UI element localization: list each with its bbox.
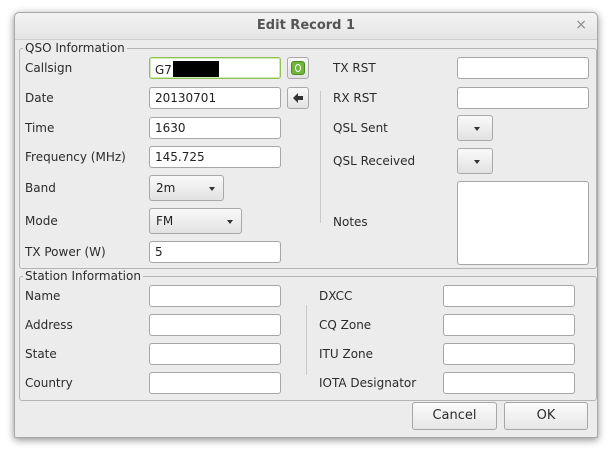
qso-column-separator — [320, 91, 321, 223]
tx-rst-label: TX RST — [333, 61, 376, 75]
state-field[interactable] — [149, 343, 281, 365]
left-arrow-icon — [293, 93, 303, 103]
close-icon[interactable]: × — [575, 17, 587, 33]
dxcc-field[interactable] — [443, 285, 575, 307]
mode-label: Mode — [25, 214, 58, 228]
notes-textarea[interactable] — [457, 181, 589, 265]
address-label: Address — [25, 318, 73, 332]
chevron-down-icon — [474, 127, 480, 131]
itu-zone-label: ITU Zone — [319, 347, 374, 361]
country-field[interactable] — [149, 372, 281, 394]
band-combo[interactable]: 2m — [149, 175, 224, 201]
time-field[interactable]: 1630 — [149, 117, 281, 139]
callsign-value: G7 — [155, 63, 172, 77]
chevron-down-icon — [209, 187, 215, 191]
country-label: Country — [25, 376, 73, 390]
qsl-sent-combo[interactable] — [457, 115, 493, 141]
station-information-legend: Station Information — [25, 269, 141, 283]
iota-designator-field[interactable] — [443, 372, 575, 394]
rx-rst-field[interactable] — [457, 87, 589, 109]
cq-zone-label: CQ Zone — [319, 318, 372, 332]
rx-rst-label: RX RST — [333, 91, 377, 105]
title-bar[interactable]: Edit Record 1 × — [15, 13, 597, 40]
redaction-block — [172, 61, 219, 77]
qsl-received-label: QSL Received — [333, 154, 416, 168]
callsign-field[interactable]: G7 — [149, 57, 281, 79]
cq-zone-field[interactable] — [443, 314, 575, 336]
chevron-down-icon — [227, 220, 233, 224]
itu-zone-field[interactable] — [443, 343, 575, 365]
address-field[interactable] — [149, 314, 281, 336]
name-field[interactable] — [149, 285, 281, 307]
band-value: 2m — [156, 181, 176, 195]
ok-button[interactable]: OK — [504, 402, 588, 430]
tx-power-field[interactable]: 5 — [149, 241, 281, 263]
qsl-sent-label: QSL Sent — [333, 121, 388, 135]
station-column-separator — [306, 305, 307, 375]
dxcc-label: DXCC — [319, 289, 353, 303]
qso-information-legend: QSO Information — [25, 41, 125, 55]
cancel-button[interactable]: Cancel — [412, 402, 497, 430]
window-title: Edit Record 1 — [256, 18, 356, 33]
date-field[interactable]: 20130701 — [149, 87, 281, 109]
state-label: State — [25, 347, 57, 361]
band-label: Band — [25, 181, 56, 195]
frequency-field[interactable]: 145.725 — [149, 146, 281, 168]
mode-value: FM — [156, 214, 174, 228]
callsign-label: Callsign — [25, 61, 73, 75]
qsl-received-combo[interactable] — [457, 148, 493, 174]
date-label: Date — [25, 91, 54, 105]
name-label: Name — [25, 289, 61, 303]
mode-combo[interactable]: FM — [149, 208, 242, 234]
date-now-button[interactable] — [287, 87, 309, 109]
iota-designator-label: IOTA Designator — [319, 376, 417, 390]
edit-record-dialog: Edit Record 1 × QSO Information Callsign… — [14, 12, 598, 438]
chevron-down-icon — [474, 160, 480, 164]
info-icon — [291, 61, 305, 75]
callsign-lookup-button[interactable] — [287, 57, 309, 79]
tx-power-label: TX Power (W) — [25, 245, 106, 259]
time-label: Time — [25, 121, 55, 135]
notes-label: Notes — [333, 215, 368, 229]
tx-rst-field[interactable] — [457, 57, 589, 79]
frequency-label: Frequency (MHz) — [25, 150, 126, 164]
